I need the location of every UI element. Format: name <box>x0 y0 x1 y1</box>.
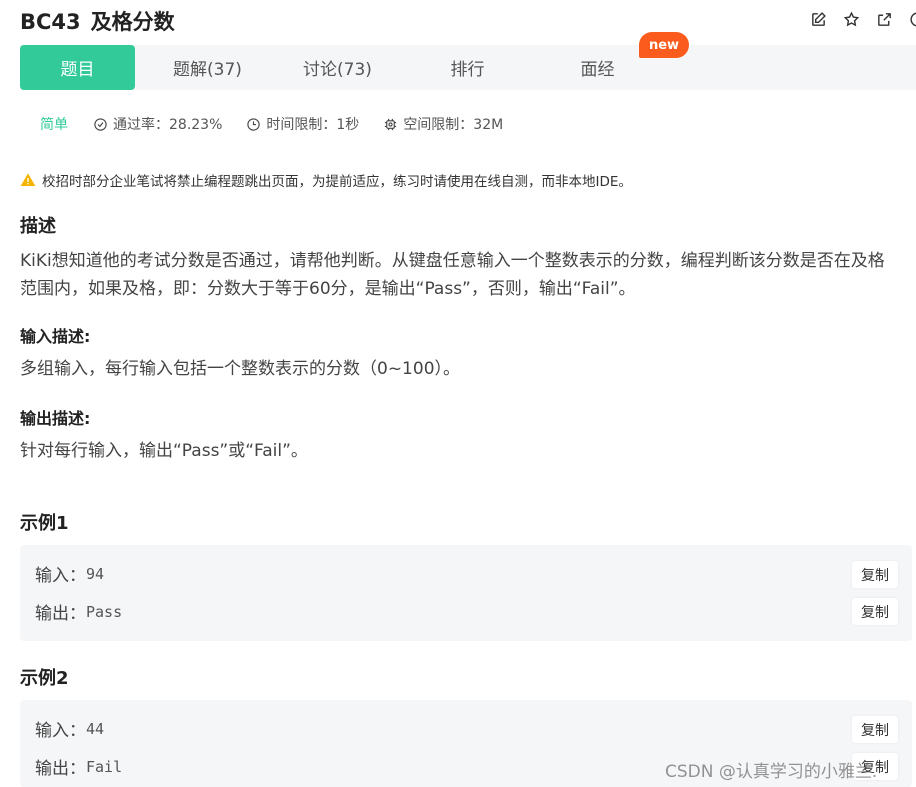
time-limit: 时间限制：1秒 <box>246 114 359 134</box>
check-circle-icon <box>94 117 107 131</box>
csdn-watermark: CSDN @认真学习的小雅兰. <box>665 762 878 782</box>
description-heading: 描述 <box>20 216 56 237</box>
chip-icon <box>385 118 397 130</box>
copy-button[interactable]: 复制 <box>852 561 898 588</box>
problem-meta: 简单 通过率：28.23% 时间限制：1秒 空间限制：32M <box>40 114 527 134</box>
top-actions <box>808 9 916 29</box>
tab-solutions[interactable]: 题解(37) <box>145 45 270 90</box>
description-text: KiKi想知道他的考试分数是否通过，请帮他判断。从键盘任意输入一个整数表示的分数… <box>20 251 885 299</box>
more-icon[interactable] <box>907 9 916 29</box>
output-desc-text: 针对每行输入，输出“Pass”或“Fail”。 <box>20 441 308 461</box>
tab-ranking[interactable]: 排行 <box>405 45 530 90</box>
tab-bar: 题目 题解(37) 讨论(73) 排行 面经 new <box>20 32 916 90</box>
copy-button[interactable]: 复制 <box>852 598 898 625</box>
input-desc-text: 多组输入，每行输入包括一个整数表示的分数（0~100）。 <box>20 359 461 379</box>
problem-name: 及格分数 <box>90 10 175 34</box>
example-2-input: 输入： 44 <box>35 719 105 742</box>
space-limit: 空间限制：32M <box>383 114 503 134</box>
input-desc-heading: 输入描述: <box>20 327 91 346</box>
pass-rate: 通过率：28.23% <box>93 114 222 134</box>
warning-icon <box>20 173 36 186</box>
example-2-title: 示例2 <box>20 668 69 689</box>
tab-discussion[interactable]: 讨论(73) <box>275 45 400 90</box>
copy-button[interactable]: 复制 <box>852 716 898 743</box>
exam-notice: 校招时部分企业笔试将禁止编程题跳出页面，为提前适应，练习时请使用在线自测，而非本… <box>20 170 632 190</box>
problem-code: BC43 <box>20 10 81 34</box>
external-link-icon[interactable] <box>874 9 894 29</box>
tab-problem[interactable]: 题目 <box>20 45 135 90</box>
example-1-box: 输入： 94 复制 输出： Pass 复制 <box>20 545 912 641</box>
problem-title: BC43 及格分数 <box>20 6 175 36</box>
example-1-title: 示例1 <box>20 513 69 534</box>
example-2-output: 输出： Fail <box>35 757 123 780</box>
edit-icon[interactable] <box>808 9 828 29</box>
example-1-input: 输入： 94 <box>35 564 105 587</box>
clock-icon <box>247 117 261 131</box>
star-icon[interactable] <box>841 9 861 29</box>
example-1-output: 输出： Pass <box>35 602 123 625</box>
new-badge: new <box>639 32 689 58</box>
output-desc-heading: 输出描述: <box>20 409 91 428</box>
difficulty-level: 简单 <box>40 117 68 133</box>
